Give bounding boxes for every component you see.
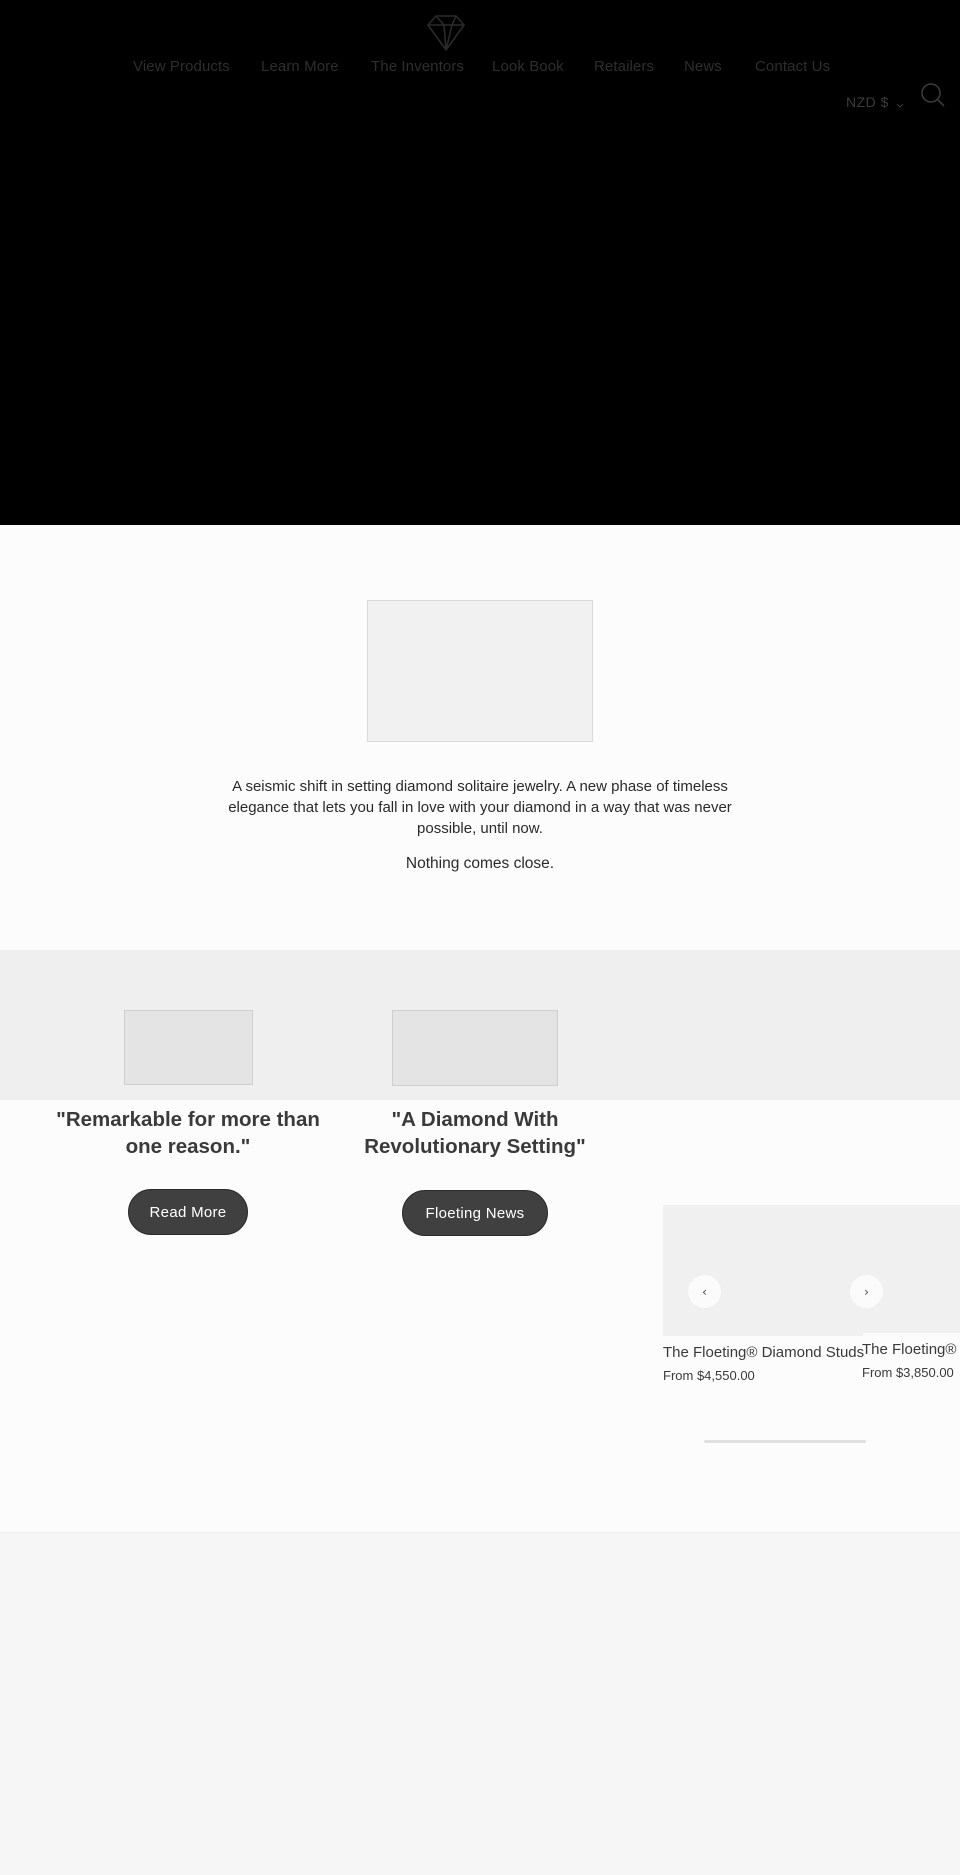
currency-selector[interactable]: NZD $ [846,94,889,110]
product-title[interactable]: The Floeting® Diamond Pendant [862,1341,960,1358]
hero-banner: View Products Learn More The Inventors L… [0,0,960,525]
floeting-news-button[interactable]: Floeting News [402,1190,548,1236]
main-nav: View Products Learn More The Inventors L… [0,58,960,78]
intro-tagline: Nothing comes close. [405,855,555,872]
product-price: From $3,850.00 [862,1365,954,1380]
nav-view-products[interactable]: View Products [133,58,230,75]
chevron-left-icon: ‹ [702,1284,707,1299]
intro-image [367,600,593,742]
product-title[interactable]: The Floeting® Diamond Studs [663,1344,864,1361]
diamond-logo-icon[interactable] [422,13,470,51]
product-price: From $4,550.00 [663,1368,755,1383]
nav-look-book[interactable]: Look Book [492,58,564,75]
chevron-down-icon[interactable] [896,102,904,110]
chevron-right-icon: › [864,1284,869,1299]
nav-the-inventors[interactable]: The Inventors [371,58,464,75]
footer [0,1532,960,1875]
nav-news[interactable]: News [684,58,722,75]
nav-retailers[interactable]: Retailers [594,58,654,75]
product-image[interactable] [862,1205,960,1333]
intro-body: A seismic shift in setting diamond solit… [228,778,732,837]
intro-section: A seismic shift in setting diamond solit… [0,525,960,950]
press-logo-image [124,1010,253,1085]
press-quote: "A Diamond With Revolutionary Setting" [364,1108,586,1158]
press-quote: "Remarkable for more than one reason." [56,1108,320,1158]
carousel-prev-button[interactable]: ‹ [688,1275,721,1308]
carousel-next-button[interactable]: › [850,1275,883,1308]
carousel-scrollbar[interactable] [704,1440,866,1443]
nav-learn-more[interactable]: Learn More [261,58,339,75]
press-logo-image [392,1010,558,1086]
nav-contact-us[interactable]: Contact Us [755,58,830,75]
read-more-button[interactable]: Read More [128,1189,248,1235]
search-icon[interactable] [920,82,946,108]
product-image[interactable] [663,1205,863,1336]
